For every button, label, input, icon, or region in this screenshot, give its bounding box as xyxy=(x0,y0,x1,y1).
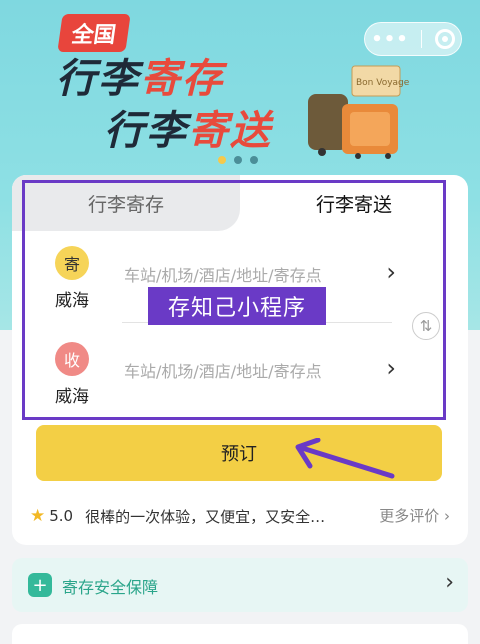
carousel-indicator xyxy=(218,156,258,164)
review-summary[interactable]: ★ 5.0 很棒的一次体验，又便宜，又安全… 更多评价 › xyxy=(30,505,450,527)
chevron-right-icon: › xyxy=(445,570,454,595)
mini-program-capsule: ••• xyxy=(364,22,462,56)
carousel-dot xyxy=(250,156,258,164)
luggage-illustration: Bon Voyage xyxy=(308,65,410,159)
carousel-dot xyxy=(234,156,242,164)
review-text: 很棒的一次体验，又便宜，又安全… xyxy=(85,507,326,526)
close-icon[interactable] xyxy=(434,29,455,49)
pointer-arrow-icon xyxy=(295,438,395,479)
review-score: 5.0 xyxy=(49,507,74,525)
watermark-label: 存知己小程序 xyxy=(148,287,326,325)
banner-line-2: 行李寄送 xyxy=(104,108,272,154)
carousel-dot xyxy=(218,156,226,164)
next-card-edge xyxy=(12,624,468,644)
star-icon: ★ xyxy=(30,506,46,526)
safety-guarantee[interactable]: + 寄存安全保障 › xyxy=(12,558,468,612)
safety-label: 寄存安全保障 xyxy=(62,578,159,597)
banner-line-1: 行李寄存 xyxy=(56,56,224,102)
more-icon[interactable]: ••• xyxy=(371,29,409,50)
shield-plus-icon: + xyxy=(28,573,52,597)
more-reviews-link[interactable]: 更多评价 › xyxy=(379,505,450,526)
capsule-divider xyxy=(421,30,423,48)
luggage-tag-text: Bon Voyage xyxy=(356,78,410,88)
